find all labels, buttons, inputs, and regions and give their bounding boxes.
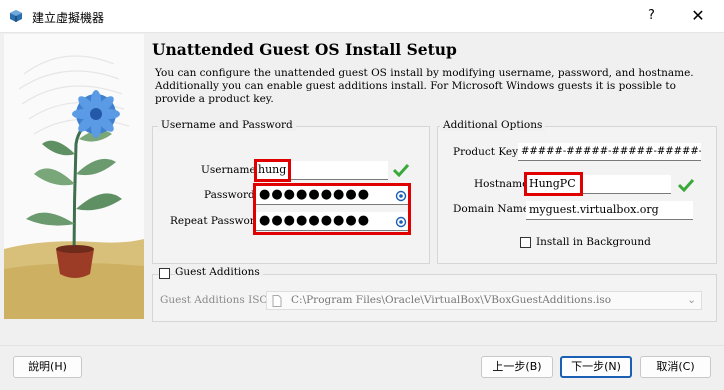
page-title: Unattended Guest OS Install Setup (152, 40, 457, 59)
guest-additions-iso-selector[interactable]: C:\Program Files\Oracle\VirtualBox\VBoxG… (266, 291, 702, 310)
help-button[interactable]: 說明(H) (13, 356, 82, 378)
guest-additions-label[interactable]: Guest Additions (175, 266, 263, 278)
additional-options-legend: Additional Options (440, 119, 546, 131)
hostname-valid-check-icon (678, 178, 694, 192)
close-icon[interactable]: ✕ (686, 4, 710, 28)
install-background-label[interactable]: Install in Background (536, 236, 651, 248)
chevron-down-icon: ⌄ (687, 294, 696, 306)
username-label: Username: (201, 164, 260, 176)
virtualbox-icon (10, 10, 22, 22)
password-label: Password: (204, 189, 259, 201)
domain-name-field[interactable]: myguest.virtualbox.org (526, 201, 693, 220)
cancel-button[interactable]: 取消(C) (640, 356, 711, 378)
product-key-label: Product Key: (453, 146, 522, 158)
page-description: You can configure the unattended guest O… (155, 67, 694, 105)
window-title: 建立虛擬機器 (32, 11, 105, 25)
button-separator (0, 345, 724, 346)
product-key-field[interactable]: #####-#####-#####-#####-##### (518, 143, 701, 161)
domain-name-label: Domain Name: (453, 203, 533, 215)
hostname-highlight (524, 172, 583, 196)
next-button[interactable]: 下一步(N) (560, 356, 632, 378)
guest-additions-iso-label: Guest Additions ISO: (160, 294, 272, 306)
guest-additions-iso-path: C:\Program Files\Oracle\VirtualBox\VBoxG… (291, 294, 612, 306)
help-icon[interactable]: ? (648, 8, 655, 23)
plant-illustration (4, 34, 144, 319)
title-bar: 建立虛擬機器 ? ✕ (0, 0, 724, 33)
valid-check-icon (393, 163, 409, 177)
password-highlight (253, 183, 411, 235)
guest-additions-checkbox[interactable] (159, 268, 170, 279)
file-icon (272, 295, 282, 307)
back-button[interactable]: 上一步(B) (481, 356, 553, 378)
install-background-checkbox[interactable] (520, 237, 531, 248)
repeat-password-label: Repeat Password: (170, 215, 266, 227)
username-password-legend: Username and Password (158, 119, 296, 131)
username-highlight (254, 159, 291, 182)
